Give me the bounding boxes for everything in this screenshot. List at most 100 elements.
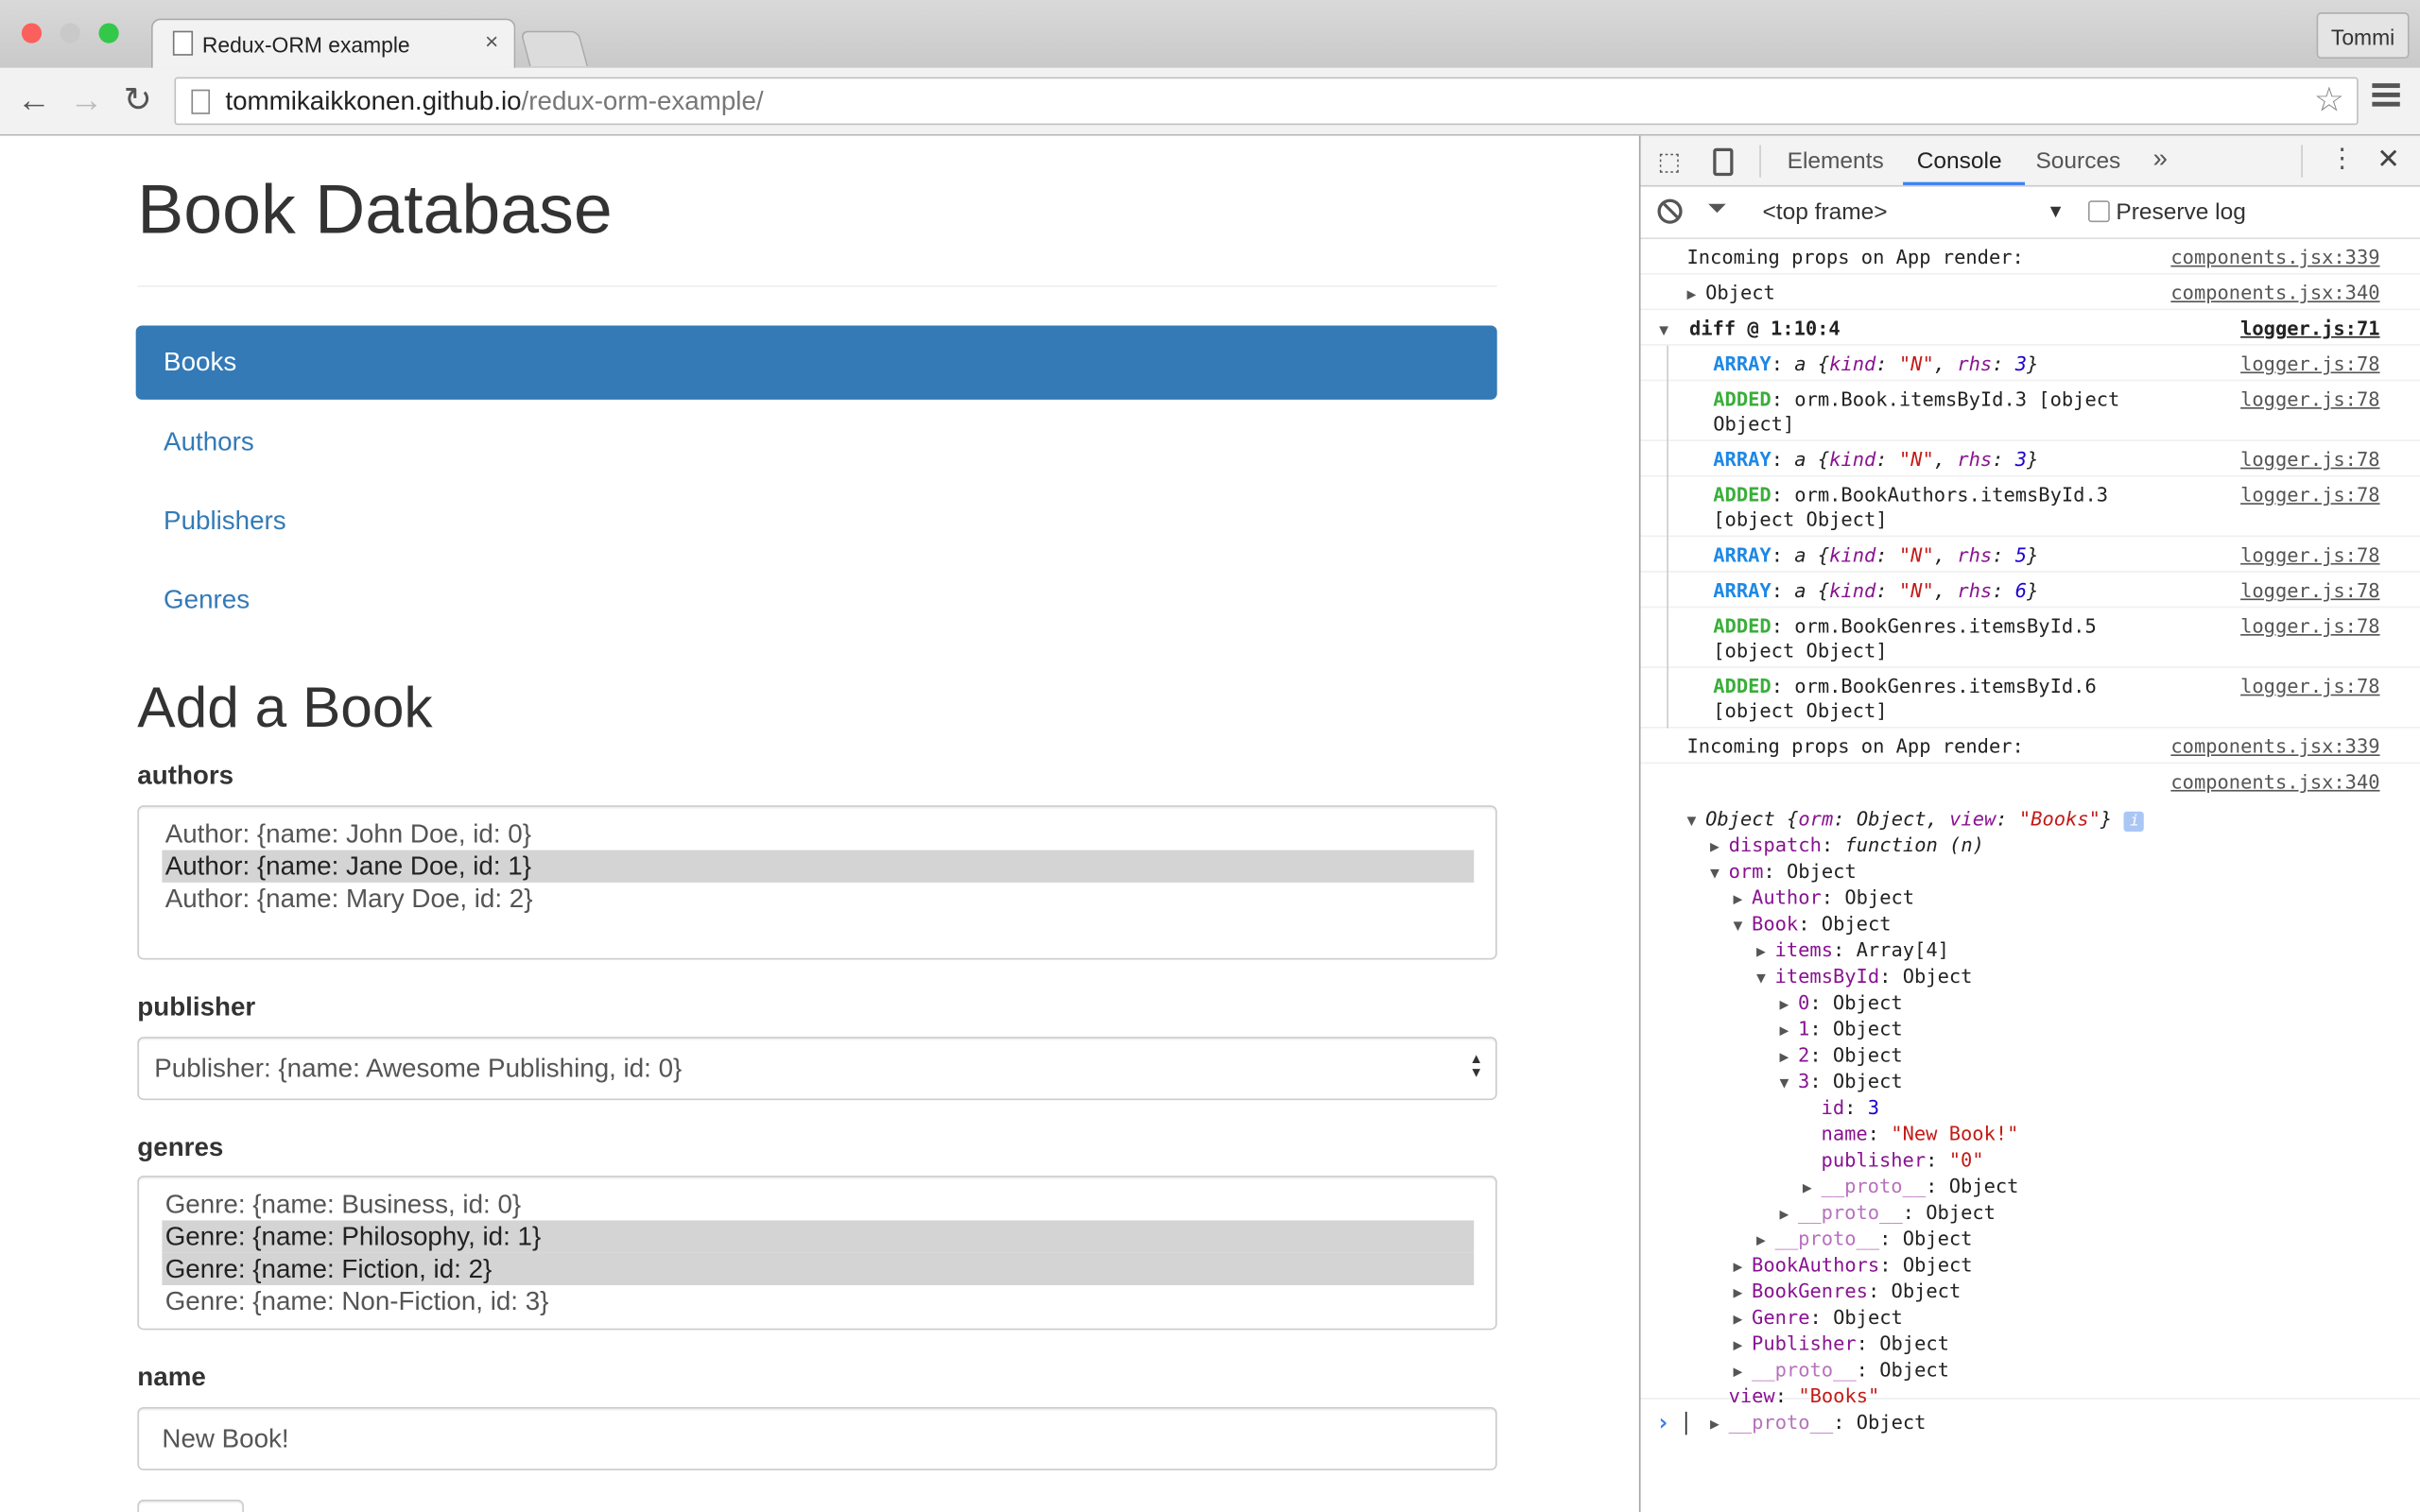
tree-node[interactable]: ▶ BookAuthors: Object <box>1733 1251 1972 1278</box>
maximize-window-button[interactable] <box>98 23 119 43</box>
authors-multiselect[interactable]: Author: {name: John Doe, id: 0} Author: {… <box>137 805 1497 960</box>
publisher-select[interactable]: Publisher: {name: Awesome Publishing, id… <box>137 1037 1497 1101</box>
tree-node[interactable]: ▶ BookGenres: Object <box>1733 1278 1961 1304</box>
collapse-arrow-icon[interactable]: ▼ <box>1686 809 1705 835</box>
source-link[interactable]: logger.js:71 <box>2240 317 2379 339</box>
tree-node[interactable]: ▶ dispatch: function (n) <box>1710 832 1984 858</box>
tree-node[interactable]: ▶ Author: Object <box>1733 885 1914 911</box>
genres-option[interactable]: Genre: {name: Non-Fiction, id: 3} <box>162 1285 1474 1317</box>
source-link[interactable]: logger.js:78 <box>2240 352 2379 374</box>
name-input[interactable]: New Book! <box>137 1406 1497 1470</box>
filter-icon[interactable]: ⏷ <box>1707 196 1727 223</box>
tab-sources[interactable]: Sources <box>2035 148 2120 175</box>
expand-arrow-icon[interactable]: ▶ <box>1686 287 1705 304</box>
object-entry[interactable]: ▶ Object <box>1686 281 1774 303</box>
source-link[interactable]: logger.js:78 <box>2240 578 2379 601</box>
tree-node[interactable]: ▶ items: Array[4] <box>1756 936 1949 963</box>
genres-multiselect[interactable]: Genre: {name: Business, id: 0} Genre: {na… <box>137 1176 1497 1331</box>
nav-books[interactable]: Books <box>135 325 1497 400</box>
source-link[interactable]: components.jsx:339 <box>2170 734 2379 757</box>
tree-node[interactable]: ▶ Publisher: Object <box>1733 1330 1948 1356</box>
inspect-element-icon[interactable]: ⬚ <box>1657 146 1681 178</box>
tree-node[interactable]: ▼ orm: Object <box>1710 858 1857 885</box>
diff-text: ARRAY: a {kind: "N", rhs: 3} <box>1713 447 2039 471</box>
tree-node[interactable]: ▶ __proto__: Object <box>1733 1356 1948 1383</box>
source-link[interactable]: logger.js:78 <box>2240 483 2379 506</box>
diff-entry: ADDED: orm.BookGenres.itemsById.5 [objec… <box>1640 608 2420 668</box>
kebab-menu-icon[interactable]: ⋮ <box>2329 144 2356 175</box>
diff-text: ARRAY: a {kind: "N", rhs: 6} <box>1713 578 2039 602</box>
source-link[interactable]: logger.js:78 <box>2240 614 2379 637</box>
tree-node[interactable]: ▼ 3: Object <box>1779 1068 1902 1094</box>
collapse-arrow-icon[interactable]: ▼ <box>1733 914 1752 940</box>
source-link[interactable]: components.jsx:340 <box>2170 770 2379 793</box>
source-link[interactable]: logger.js:78 <box>2240 387 2379 410</box>
genres-option[interactable]: Genre: {name: Business, id: 0} <box>162 1188 1474 1220</box>
address-bar[interactable]: tommikaikkonen.github.io/redux-orm-examp… <box>174 77 2359 126</box>
collapse-arrow-icon[interactable]: ▼ <box>1756 966 1775 992</box>
tab-elements[interactable]: Elements <box>1788 148 1884 175</box>
tree-node[interactable]: ▶ Genre: Object <box>1733 1304 1902 1331</box>
collapse-arrow-icon[interactable]: ▼ <box>1710 861 1729 887</box>
source-link[interactable]: logger.js:78 <box>2240 447 2379 470</box>
diff-value: a {kind: "N", rhs: 6} <box>1794 578 2039 602</box>
property-value: Object <box>1832 990 1903 1014</box>
reload-icon[interactable]: ↻ <box>124 80 152 120</box>
back-icon[interactable]: ← <box>17 80 51 120</box>
tree-node[interactable]: ▶ __proto__: Object <box>1756 1225 1972 1251</box>
submit-button[interactable] <box>137 1499 244 1512</box>
nav-publishers[interactable]: Publishers <box>136 485 1497 558</box>
property-value: 3 <box>1867 1095 1880 1119</box>
source-link[interactable]: components.jsx:339 <box>2170 246 2379 268</box>
tree-node[interactable]: ▼ Object {orm: Object, view: "Books"} i <box>1686 805 2145 835</box>
authors-option[interactable]: Author: {name: John Doe, id: 0} <box>162 817 1474 850</box>
device-mode-icon[interactable] <box>1713 147 1734 177</box>
property-key: 3 <box>1798 1069 1810 1092</box>
context-select[interactable]: <top frame> <box>1762 199 1887 226</box>
tab-close-icon[interactable]: × <box>485 29 498 56</box>
close-devtools-icon[interactable]: ✕ <box>2377 144 2400 176</box>
tree-node[interactable]: ▶ __proto__: Object <box>1803 1173 2018 1199</box>
console-input[interactable] <box>1685 1411 1687 1435</box>
collapse-arrow-icon[interactable]: ▼ <box>1779 1071 1798 1097</box>
group-header[interactable]: ▼ diff @ 1:10:4 <box>1659 317 1841 339</box>
url-host: tommikaikkonen.github.io <box>225 86 522 116</box>
browser-tab[interactable]: Redux-ORM example × <box>150 18 516 68</box>
form-title: Add a Book <box>137 676 433 740</box>
close-window-button[interactable] <box>21 23 43 43</box>
genres-option[interactable]: Genre: {name: Philosophy, id: 1} <box>162 1220 1475 1253</box>
profile-button[interactable]: Tommi <box>2316 12 2410 60</box>
tree-node[interactable]: ▶ __proto__: Object <box>1710 1409 1926 1435</box>
minimize-window-button[interactable] <box>60 23 80 43</box>
tab-console[interactable]: Console <box>1917 148 2002 175</box>
property-key: __proto__ <box>1774 1226 1880 1250</box>
nav-authors[interactable]: Authors <box>136 405 1497 479</box>
tree-node[interactable]: ▶ __proto__: Object <box>1779 1199 1995 1226</box>
authors-option[interactable]: Author: {name: Mary Doe, id: 2} <box>162 883 1474 915</box>
nav-genres[interactable]: Genres <box>136 563 1497 637</box>
tree-node[interactable]: ▶ 2: Object <box>1779 1041 1902 1068</box>
authors-option[interactable]: Author: {name: Jane Doe, id: 1} <box>162 850 1475 883</box>
bookmark-star-icon[interactable]: ☆ <box>2314 80 2344 120</box>
clear-console-icon[interactable] <box>1657 198 1683 224</box>
expand-arrow-icon[interactable]: ▶ <box>1710 1412 1729 1438</box>
tree-node[interactable]: ▼ Book: Object <box>1733 910 1891 936</box>
collapse-arrow-icon[interactable]: ▼ <box>1659 322 1678 339</box>
rhs-value: 6 <box>2014 578 2028 602</box>
separator <box>1759 145 1761 178</box>
genres-option[interactable]: Genre: {name: Fiction, id: 2} <box>162 1252 1475 1285</box>
source-link[interactable]: logger.js:78 <box>2240 674 2379 696</box>
source-link[interactable]: logger.js:78 <box>2240 543 2379 566</box>
context-dropdown-icon[interactable]: ▼ <box>2047 200 2065 222</box>
preserve-log-checkbox[interactable] <box>2087 200 2110 223</box>
new-tab-button[interactable] <box>520 30 589 67</box>
console-prompt[interactable]: › <box>1656 1409 1670 1436</box>
info-icon[interactable]: i <box>2124 811 2145 832</box>
tree-node[interactable]: ▶ 1: Object <box>1779 1015 1902 1041</box>
source-link[interactable]: components.jsx:340 <box>2170 281 2379 303</box>
tree-node[interactable]: ▼ itemsById: Object <box>1756 963 1972 989</box>
menu-icon[interactable] <box>2372 83 2400 89</box>
more-tabs-icon[interactable]: » <box>2153 144 2168 175</box>
forward-icon[interactable]: → <box>69 80 103 120</box>
tree-node[interactable]: ▶ 0: Object <box>1779 989 1902 1016</box>
